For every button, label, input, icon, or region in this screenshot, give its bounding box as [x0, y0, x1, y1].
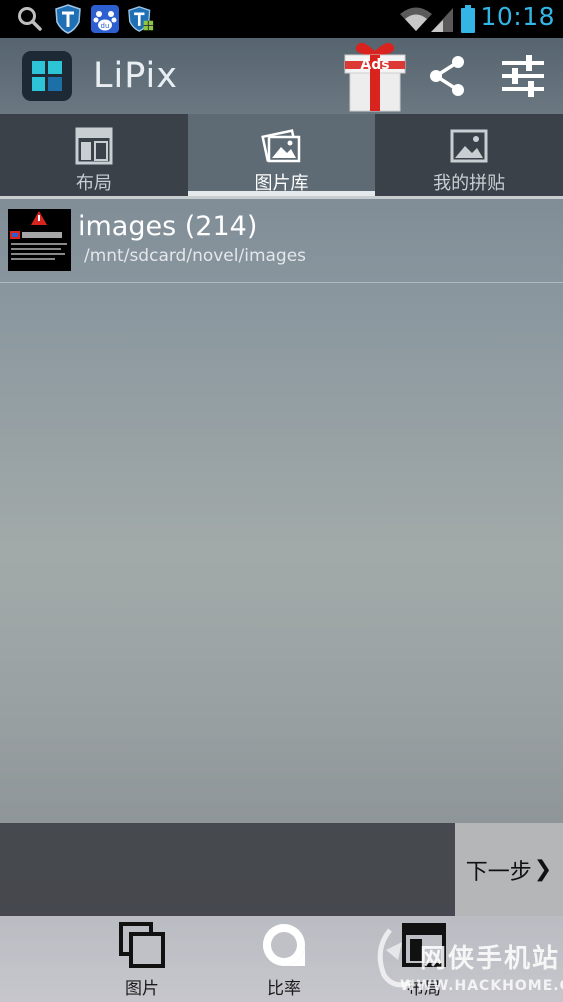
nav-ratio[interactable]: 比率 [254, 916, 314, 1002]
tab-gallery-label: 图片库 [254, 173, 309, 194]
settings-sliders-icon[interactable] [500, 54, 546, 98]
photos-stack-icon [119, 922, 165, 968]
shield-t-grid-icon [128, 4, 154, 34]
selection-strip: 下一步 ❯ [0, 823, 563, 916]
tab-my-collage[interactable]: 我的拼贴 [375, 114, 563, 196]
lipix-logo-icon[interactable] [22, 51, 72, 101]
watermark-text: 网侠手机站 [420, 944, 561, 974]
battery-icon [460, 4, 476, 34]
album-thumbnail [8, 209, 71, 271]
watermark-url: WWW.HACKHOME.COM [400, 978, 563, 994]
nav-photos[interactable]: 图片 [112, 916, 172, 1002]
screen: du 10:18 LiPix Ads 布局 图片库 我的拼贴 images (2… [0, 0, 563, 1002]
baidu-icon: du [91, 4, 119, 34]
nav-photos-label: 图片 [125, 979, 159, 999]
share-icon[interactable] [426, 54, 470, 98]
action-bar: LiPix Ads [0, 38, 563, 114]
next-step-button[interactable]: 下一步 ❯ [455, 823, 563, 916]
tab-gallery[interactable]: 图片库 [187, 114, 376, 196]
tab-my-collage-label: 我的拼贴 [433, 173, 506, 194]
tab-bar: 布局 图片库 我的拼贴 [0, 114, 563, 196]
shield-t-icon [55, 4, 81, 34]
album-path: /mnt/sdcard/novel/images [84, 246, 307, 266]
signal-icon [430, 4, 454, 34]
status-bar: du 10:18 [0, 0, 563, 38]
gallery-icon [260, 129, 300, 163]
chevron-right-icon: ❯ [533, 857, 553, 882]
ads-label: Ads [360, 57, 389, 73]
tab-layout-label: 布局 [75, 173, 112, 194]
wifi-icon [398, 4, 434, 34]
nav-ratio-label: 比率 [267, 979, 301, 999]
album-name: images (214) [78, 211, 258, 242]
search-icon [16, 4, 44, 34]
layout-icon [75, 127, 113, 165]
image-icon [450, 129, 488, 163]
clock: 10:18 [480, 2, 555, 31]
app-title: LiPix [93, 56, 178, 96]
ratio-icon [263, 924, 305, 966]
svg-text:du: du [101, 22, 110, 30]
gift-ads-icon[interactable]: Ads [340, 39, 410, 113]
next-step-label: 下一步 [465, 859, 532, 885]
list-item[interactable]: images (214) /mnt/sdcard/novel/images [0, 199, 563, 283]
tab-layout[interactable]: 布局 [0, 114, 188, 196]
